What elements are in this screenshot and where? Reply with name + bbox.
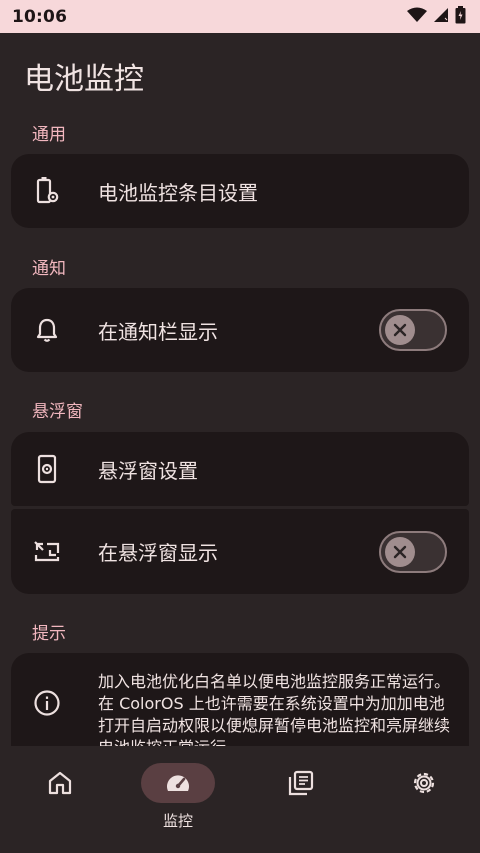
nav-monitor[interactable]: 监控 <box>118 746 238 853</box>
battery-monitor-items-settings[interactable]: 电池监控条目设置 <box>11 154 469 228</box>
library-icon <box>264 763 338 803</box>
show-in-floating-window-row[interactable]: 在悬浮窗显示 <box>11 509 469 594</box>
show-in-notification-row[interactable]: 在通知栏显示 <box>11 288 469 372</box>
status-icons <box>407 5 466 28</box>
show-in-notification-label: 在通知栏显示 <box>98 319 218 344</box>
battery-settings-icon <box>34 176 60 206</box>
section-title-floating: 悬浮窗 <box>32 402 83 422</box>
nav-home[interactable] <box>0 746 120 853</box>
info-icon <box>33 689 61 717</box>
section-title-tips: 提示 <box>32 624 66 644</box>
gear-icon <box>387 763 461 803</box>
close-icon <box>393 545 407 558</box>
status-time: 10:06 <box>12 6 68 27</box>
home-icon <box>23 763 97 803</box>
tip-text: 加入电池优化白名单以便电池监控服务正常运行。在 ColorOS 上也许需要在系统… <box>98 672 451 746</box>
status-bar: 10:06 <box>0 0 480 33</box>
wifi-icon <box>407 7 427 27</box>
close-icon <box>393 323 407 337</box>
bottom-navigation: 监控 <box>0 746 480 853</box>
show-in-notification-toggle[interactable] <box>379 309 447 351</box>
picture-in-picture-icon <box>33 540 61 563</box>
section-title-notification: 通知 <box>32 259 66 279</box>
signal-icon <box>433 7 449 27</box>
page-title: 电池监控 <box>24 62 144 97</box>
show-in-floating-window-label: 在悬浮窗显示 <box>98 541 218 565</box>
floating-window-settings-label: 悬浮窗设置 <box>98 458 198 483</box>
nav-monitor-label: 监控 <box>162 812 193 830</box>
battery-icon <box>455 5 466 28</box>
floating-window-settings[interactable]: 悬浮窗设置 <box>11 432 469 506</box>
section-title-general: 通用 <box>32 125 66 145</box>
battery-monitor-items-settings-label: 电池监控条目设置 <box>98 180 258 205</box>
phone-settings-icon <box>36 454 58 484</box>
speedometer-icon <box>141 763 215 803</box>
toggle-off-knob <box>385 536 415 567</box>
show-in-floating-window-toggle[interactable] <box>379 530 447 573</box>
tip-card: 加入电池优化白名单以便电池监控服务正常运行。在 ColorOS 上也许需要在系统… <box>11 653 469 746</box>
bell-icon <box>35 317 59 343</box>
toggle-off-knob <box>385 315 415 345</box>
nav-settings[interactable] <box>364 746 480 853</box>
nav-library[interactable] <box>241 746 361 853</box>
